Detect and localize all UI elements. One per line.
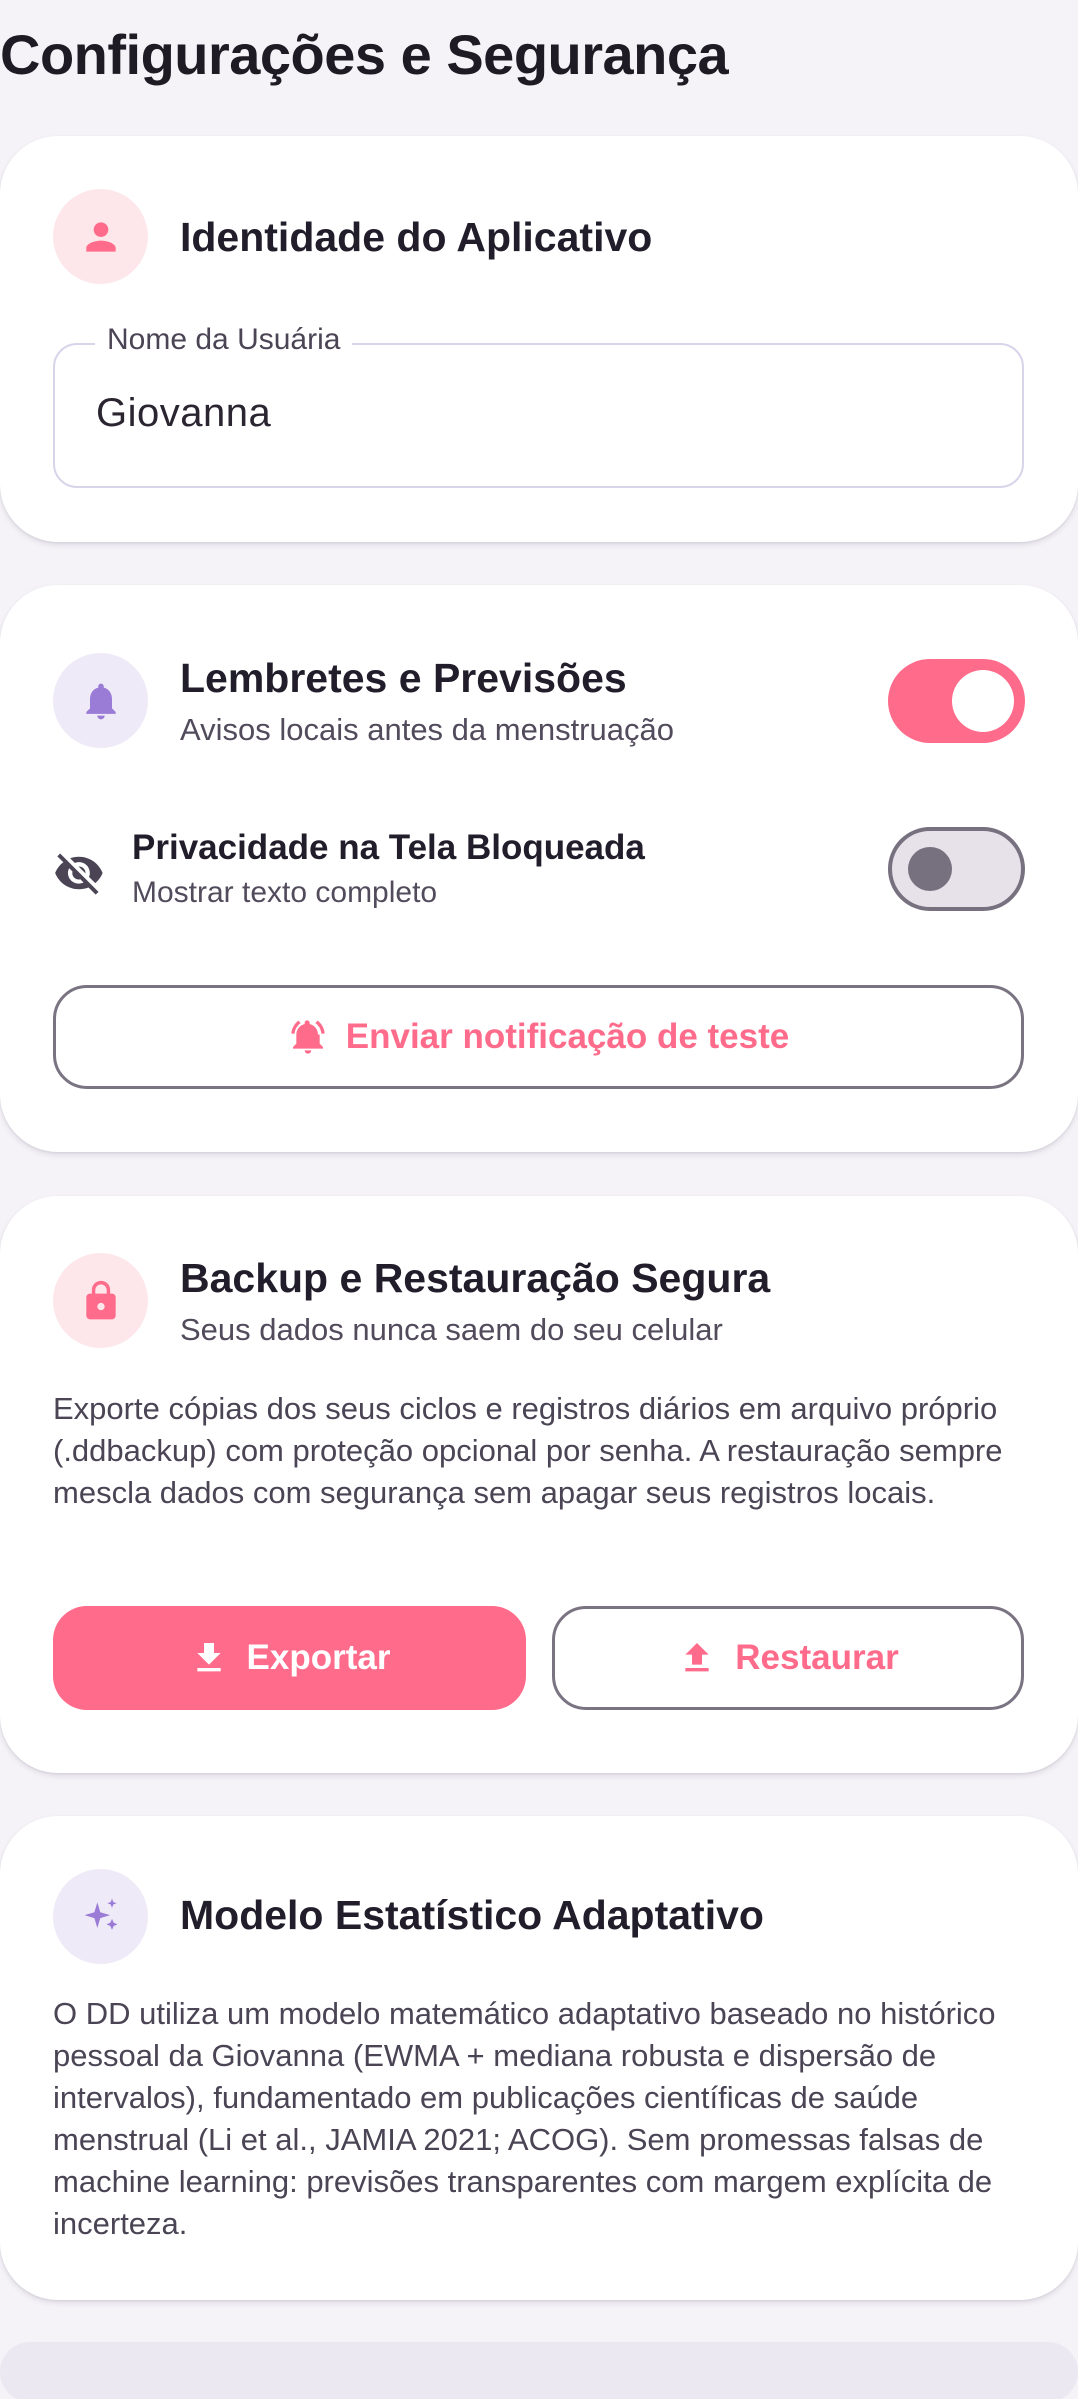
download-icon bbox=[196, 1643, 221, 1672]
restore-button[interactable]: Restaurar bbox=[552, 1606, 1024, 1710]
lock-icon bbox=[85, 1280, 116, 1319]
reminders-toggle-knob bbox=[952, 670, 1014, 732]
bell-icon bbox=[85, 683, 116, 719]
identity-icon-circle bbox=[53, 189, 148, 284]
backup-description: Exporte cópias dos seus ciclos e registr… bbox=[53, 1391, 1003, 1510]
model-icon-circle bbox=[53, 1869, 148, 1964]
export-button[interactable]: Exportar bbox=[53, 1606, 526, 1710]
privacy-subtitle: Mostrar texto completo bbox=[132, 876, 438, 909]
backup-subtitle: Seus dados nunca saem do seu celular bbox=[180, 1312, 723, 1347]
user-name-field[interactable]: Nome da Usuária Giovanna bbox=[53, 323, 1024, 488]
reminders-toggle[interactable] bbox=[888, 659, 1025, 743]
person-icon bbox=[85, 221, 116, 252]
backup-card: Backup e Restauração Segura Seus dados n… bbox=[0, 1196, 1078, 1773]
backup-icon-circle bbox=[53, 1253, 148, 1348]
settings-screen: Configurações e Segurança Identidade do … bbox=[0, 0, 1078, 2399]
identity-title: Identidade do Aplicativo bbox=[180, 214, 653, 260]
restore-label: Restaurar bbox=[735, 1638, 899, 1677]
reminders-subtitle: Avisos locais antes da menstruação bbox=[180, 712, 674, 747]
send-test-notification-button[interactable]: Enviar notificação de teste bbox=[53, 985, 1024, 1089]
reminders-icon-circle bbox=[53, 653, 148, 748]
send-test-notification-label: Enviar notificação de teste bbox=[345, 1017, 790, 1056]
backup-title: Backup e Restauração Segura bbox=[180, 1255, 771, 1301]
export-label: Exportar bbox=[246, 1638, 391, 1677]
model-description: O DD utiliza um modelo matemático adapta… bbox=[53, 1996, 996, 2241]
next-card-edge bbox=[0, 2342, 1078, 2399]
sparkles-icon bbox=[84, 1898, 117, 1930]
reminders-card: Lembretes e Previsões Avisos locais ante… bbox=[0, 585, 1078, 1152]
privacy-title: Privacidade na Tela Bloqueada bbox=[132, 828, 645, 867]
model-card: Modelo Estatístico Adaptativo O DD utili… bbox=[0, 1816, 1078, 2300]
upload-icon bbox=[685, 1643, 709, 1672]
model-title: Modelo Estatístico Adaptativo bbox=[180, 1892, 764, 1938]
privacy-toggle-knob bbox=[908, 847, 952, 891]
privacy-toggle[interactable] bbox=[888, 827, 1025, 911]
user-name-label: Nome da Usuária bbox=[95, 323, 353, 357]
alarm-bell-icon bbox=[291, 1020, 325, 1054]
page-title: Configurações e Segurança bbox=[0, 23, 729, 86]
identity-card: Identidade do Aplicativo Nome da Usuária… bbox=[0, 136, 1078, 542]
eye-off-icon bbox=[55, 853, 103, 895]
user-name-input[interactable]: Giovanna bbox=[96, 391, 271, 436]
reminders-title: Lembretes e Previsões bbox=[180, 655, 627, 701]
